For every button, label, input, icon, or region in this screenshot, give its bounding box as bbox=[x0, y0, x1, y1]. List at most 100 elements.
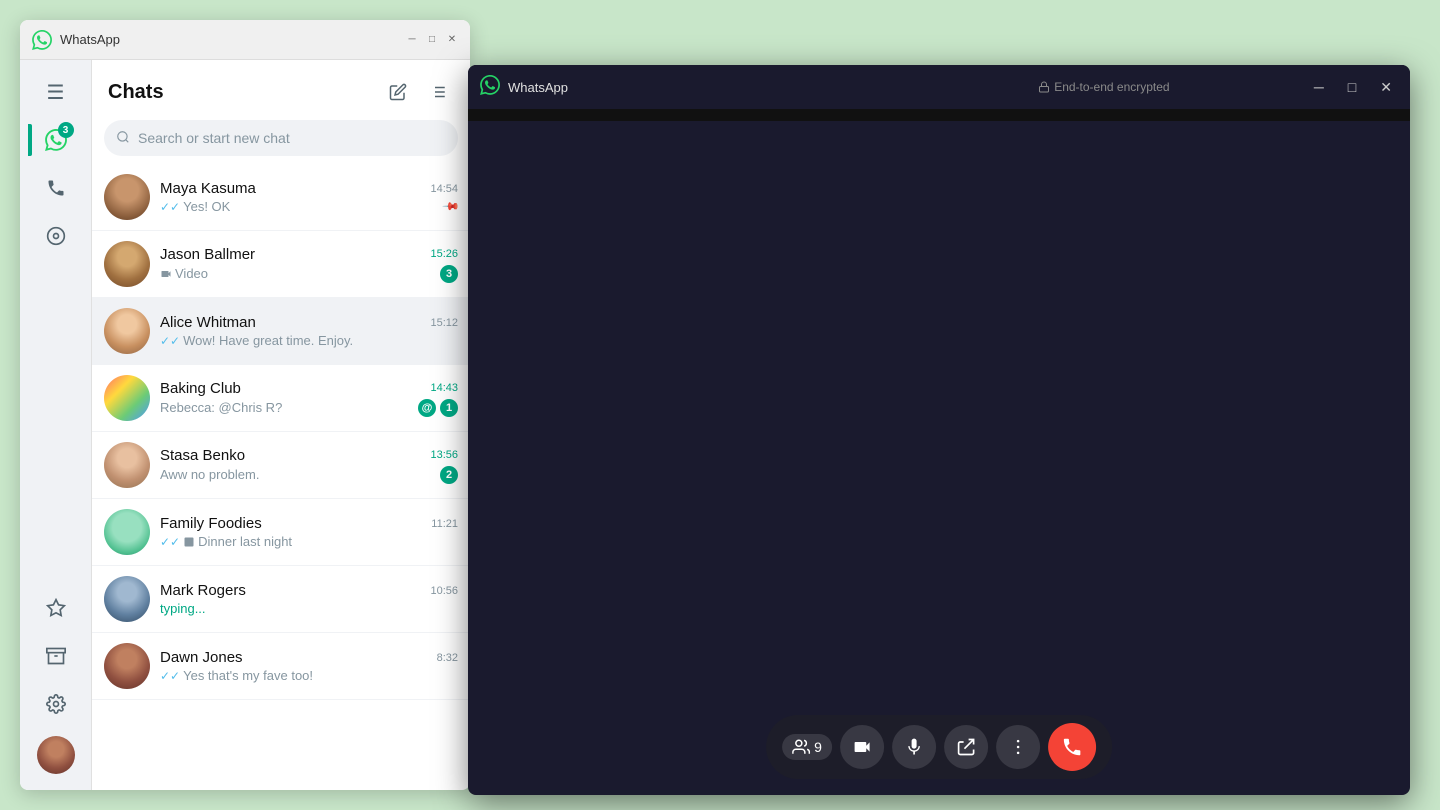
more-options-button[interactable] bbox=[996, 725, 1040, 769]
minimize-button[interactable]: ─ bbox=[406, 34, 418, 46]
chat-time: 10:56 bbox=[430, 585, 458, 597]
chat-item-baking[interactable]: Baking Club 14:43 Rebecca: @Chris R? @ 1 bbox=[92, 365, 470, 432]
video-toggle-button[interactable] bbox=[840, 725, 884, 769]
app-title: WhatsApp bbox=[60, 32, 398, 47]
unread-badge: 2 bbox=[440, 466, 458, 484]
read-check-icon: ✓✓ bbox=[160, 334, 180, 348]
participants-number: 9 bbox=[814, 739, 822, 755]
chat-info: Mark Rogers 10:56 typing... bbox=[160, 582, 458, 616]
pin-icon: 📌 bbox=[442, 197, 461, 216]
search-icon bbox=[116, 130, 130, 147]
read-check-icon: ✓✓ bbox=[160, 200, 180, 214]
chat-name: Baking Club bbox=[160, 380, 241, 397]
search-input[interactable] bbox=[138, 130, 446, 146]
chat-info: Maya Kasuma 14:54 ✓✓ Yes! OK 📌 bbox=[160, 180, 458, 214]
call-window: WhatsApp End-to-end encrypted ─ □ ✕ bbox=[468, 65, 1410, 795]
sidebar-item-starred[interactable] bbox=[36, 588, 76, 628]
sidebar-item-settings[interactable] bbox=[36, 684, 76, 724]
share-screen-button[interactable] bbox=[944, 725, 988, 769]
chat-info: Stasa Benko 13:56 Aww no problem. 2 bbox=[160, 447, 458, 484]
chat-item-family[interactable]: Family Foodies 11:21 ✓✓ Dinner last nigh… bbox=[92, 499, 470, 566]
new-chat-button[interactable] bbox=[382, 76, 414, 108]
call-controls: 9 bbox=[766, 715, 1112, 779]
call-title-bar: WhatsApp End-to-end encrypted ─ □ ✕ bbox=[468, 65, 1410, 109]
e2e-indicator: End-to-end encrypted bbox=[908, 80, 1300, 94]
chat-name: Alice Whitman bbox=[160, 314, 256, 331]
participants-count[interactable]: 9 bbox=[782, 734, 832, 760]
sidebar-item-archive[interactable] bbox=[36, 636, 76, 676]
avatar-jason bbox=[104, 241, 150, 287]
chat-info: Jason Ballmer 15:26 Video 3 bbox=[160, 246, 458, 283]
chat-time: 11:21 bbox=[431, 518, 458, 530]
chat-item-stasa[interactable]: Stasa Benko 13:56 Aww no problem. 2 bbox=[92, 432, 470, 499]
chat-name: Jason Ballmer bbox=[160, 246, 255, 263]
chat-name: Family Foodies bbox=[160, 515, 262, 532]
chat-item-jason[interactable]: Jason Ballmer 15:26 Video 3 bbox=[92, 231, 470, 298]
search-container bbox=[92, 116, 470, 164]
chat-info: Baking Club 14:43 Rebecca: @Chris R? @ 1 bbox=[160, 380, 458, 417]
chat-item-maya[interactable]: Maya Kasuma 14:54 ✓✓ Yes! OK 📌 bbox=[92, 164, 470, 231]
sidebar-menu-button[interactable]: ☰ bbox=[36, 72, 76, 112]
chat-name: Mark Rogers bbox=[160, 582, 246, 599]
chat-item-dawn[interactable]: Dawn Jones 8:32 ✓✓ Yes that's my fave to… bbox=[92, 633, 470, 700]
chat-preview: Video bbox=[160, 266, 208, 281]
avatar-alice bbox=[104, 308, 150, 354]
call-maximize-button[interactable]: □ bbox=[1342, 77, 1362, 98]
chat-name: Dawn Jones bbox=[160, 649, 243, 666]
unread-badge: 3 bbox=[440, 265, 458, 283]
chat-info: Family Foodies 11:21 ✓✓ Dinner last nigh… bbox=[160, 515, 458, 549]
call-app-title: WhatsApp bbox=[508, 80, 900, 95]
sidebar-item-calls[interactable] bbox=[36, 168, 76, 208]
avatar-dawn bbox=[104, 643, 150, 689]
title-bar: WhatsApp ─ □ ✕ bbox=[20, 20, 470, 60]
avatar-mark bbox=[104, 576, 150, 622]
video-grid bbox=[468, 109, 1410, 121]
chat-preview: ✓✓ Wow! Have great time. Enjoy. bbox=[160, 333, 353, 348]
user-avatar[interactable] bbox=[37, 736, 75, 774]
avatar-family bbox=[104, 509, 150, 555]
chat-time: 14:43 bbox=[430, 382, 458, 394]
chat-time: 8:32 bbox=[437, 652, 458, 664]
end-call-button[interactable] bbox=[1048, 723, 1096, 771]
window-controls: ─ □ ✕ bbox=[406, 34, 458, 46]
chat-preview: Rebecca: @Chris R? bbox=[160, 400, 282, 415]
chats-panel: Chats bbox=[92, 60, 470, 790]
avatar-stasa bbox=[104, 442, 150, 488]
chat-item-alice[interactable]: Alice Whitman 15:12 ✓✓ Wow! Have great t… bbox=[92, 298, 470, 365]
e2e-label: End-to-end encrypted bbox=[1054, 80, 1169, 94]
call-minimize-button[interactable]: ─ bbox=[1308, 77, 1330, 98]
chat-preview: typing... bbox=[160, 601, 206, 616]
chat-item-mark[interactable]: Mark Rogers 10:56 typing... bbox=[92, 566, 470, 633]
chat-name: Stasa Benko bbox=[160, 447, 245, 464]
close-button[interactable]: ✕ bbox=[446, 34, 458, 46]
filter-button[interactable] bbox=[422, 76, 454, 108]
chat-name: Maya Kasuma bbox=[160, 180, 256, 197]
whatsapp-logo bbox=[32, 30, 52, 50]
mute-button[interactable] bbox=[892, 725, 936, 769]
chats-title: Chats bbox=[108, 81, 164, 104]
chat-time: 15:26 bbox=[430, 248, 458, 260]
search-box bbox=[104, 120, 458, 156]
read-check-icon: ✓✓ bbox=[160, 535, 180, 549]
chat-time: 14:54 bbox=[430, 183, 458, 195]
avatar-baking bbox=[104, 375, 150, 421]
chats-header: Chats bbox=[92, 60, 470, 116]
main-whatsapp-window: WhatsApp ─ □ ✕ ☰ 3 bbox=[20, 20, 470, 790]
read-check-icon: ✓✓ bbox=[160, 669, 180, 683]
chat-preview: ✓✓ Yes that's my fave too! bbox=[160, 668, 313, 683]
avatar-maya bbox=[104, 174, 150, 220]
maximize-button[interactable]: □ bbox=[426, 34, 438, 46]
chats-badge: 3 bbox=[58, 122, 74, 138]
header-icons bbox=[382, 76, 454, 108]
mention-badge: @ bbox=[418, 399, 436, 417]
sidebar-item-status[interactable] bbox=[36, 216, 76, 256]
call-close-button[interactable]: ✕ bbox=[1374, 77, 1398, 98]
chat-time: 15:12 bbox=[430, 317, 458, 329]
nav-sidebar: ☰ 3 bbox=[20, 60, 92, 790]
app-body: ☰ 3 bbox=[20, 60, 470, 790]
chat-list: Maya Kasuma 14:54 ✓✓ Yes! OK 📌 bbox=[92, 164, 470, 790]
chat-preview: ✓✓ Dinner last night bbox=[160, 534, 292, 549]
call-whatsapp-logo bbox=[480, 75, 500, 100]
unread-badge: 1 bbox=[440, 399, 458, 417]
sidebar-item-chats[interactable]: 3 bbox=[36, 120, 76, 160]
